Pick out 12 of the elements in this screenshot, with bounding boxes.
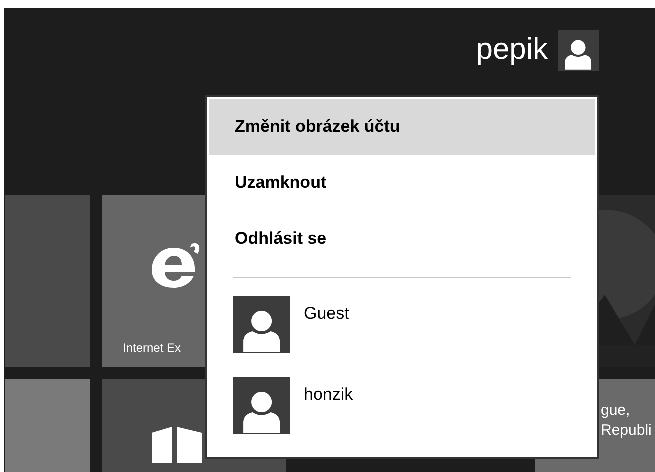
tile-label: Republi: [601, 420, 653, 441]
account-avatar: [233, 377, 290, 434]
account-avatar: [233, 296, 290, 353]
tile[interactable]: [5, 194, 90, 367]
menu-item[interactable]: Změnit obrázek účtu: [209, 99, 595, 155]
account-name[interactable]: honzik: [304, 382, 354, 408]
account-name[interactable]: Guest: [304, 301, 350, 326]
tile-label: gue,: [601, 400, 632, 421]
user-avatar: [558, 30, 599, 71]
tile[interactable]: [5, 378, 90, 472]
user-name[interactable]: pepik: [476, 35, 548, 66]
tile-label: Internet Ex: [123, 340, 182, 357]
